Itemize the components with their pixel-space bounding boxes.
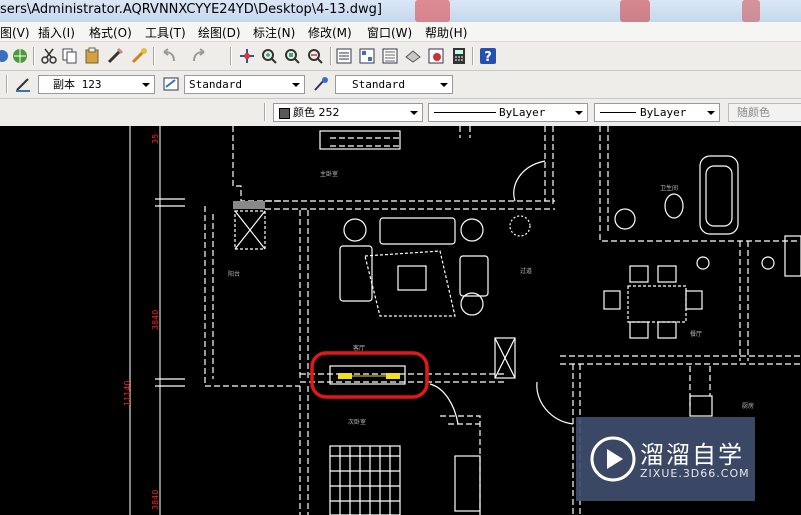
- zoom-realtime-icon[interactable]: [260, 47, 278, 65]
- plant: [509, 215, 775, 270]
- linetype-select[interactable]: ByLayer: [428, 103, 588, 122]
- selection-grip[interactable]: [386, 373, 400, 379]
- redo-icon[interactable]: [190, 47, 208, 65]
- bed: [329, 445, 401, 515]
- window-title: sers\Administrator.AQRVNNXCYYE24YD\Deskt…: [0, 2, 383, 17]
- room-label-secondary-bedroom: 次卧室: [348, 418, 366, 426]
- cabinet: [784, 235, 801, 277]
- watermark-brand: 溜溜自学: [640, 441, 744, 469]
- styles-toolbar: 副本 123 Standard Standard: [0, 71, 801, 99]
- room-label-corridor: 过道: [520, 267, 532, 275]
- separator: [230, 47, 232, 65]
- cut-icon[interactable]: [40, 47, 58, 65]
- text-style-icon[interactable]: [14, 75, 32, 93]
- line-preview: [600, 112, 636, 113]
- blurred-background-icon: [415, 0, 450, 22]
- menu-modify[interactable]: 修改(M): [308, 24, 352, 41]
- text-style-select[interactable]: 副本 123: [38, 75, 155, 94]
- menu-draw[interactable]: 绘图(D): [198, 24, 241, 41]
- menu-format[interactable]: 格式(O): [89, 24, 132, 41]
- room-label-study: 阳台: [228, 270, 240, 278]
- dimension-style-select[interactable]: Standard: [184, 75, 305, 94]
- room-label-bath: 卫生间: [660, 184, 678, 192]
- cabinet-cross: [234, 210, 266, 250]
- menu-help[interactable]: 帮助(H): [425, 24, 467, 41]
- line-preview: [434, 112, 496, 113]
- plot-style-select: 随颜色: [728, 103, 801, 122]
- table-style-select[interactable]: Standard: [335, 75, 453, 94]
- pan-icon[interactable]: [238, 47, 256, 65]
- menu-window[interactable]: 窗口(W): [367, 24, 412, 41]
- appliance: [689, 395, 713, 417]
- copy-icon[interactable]: [61, 47, 79, 65]
- menu-tools[interactable]: 工具(T): [145, 24, 186, 41]
- room-label-living-room: 客厅: [353, 344, 365, 352]
- dimension-text-top: 35: [151, 134, 160, 144]
- dimension-style-icon[interactable]: [162, 75, 180, 93]
- wardrobe: [454, 455, 481, 512]
- watermark-url: ZIXUE.3D66.COM: [640, 467, 750, 480]
- watermark: 溜溜自学 ZIXUE.3D66.COM: [576, 417, 755, 501]
- door-arc: [536, 381, 574, 425]
- properties-toolbar: 颜色 252 ByLayer ByLayer 随颜色: [0, 99, 801, 127]
- highlight-annotation: [310, 351, 429, 399]
- help-icon[interactable]: ?: [479, 47, 497, 65]
- design-center-icon[interactable]: [358, 47, 376, 65]
- sofa-set: [339, 217, 489, 317]
- separator: [33, 47, 35, 65]
- color-select[interactable]: 颜色 252: [273, 103, 423, 122]
- dimension-text-upper: 3840: [151, 310, 160, 330]
- separator: [153, 47, 155, 65]
- separator: [330, 47, 332, 65]
- separator: [6, 75, 8, 93]
- room-label-kitchen: 厨房: [742, 402, 754, 410]
- separator: [264, 103, 266, 121]
- menu-dimension[interactable]: 标注(N): [253, 24, 295, 41]
- menu-bar: 图(V) 插入(I) 格式(O) 工具(T) 绘图(D) 标注(N) 修改(M)…: [0, 22, 801, 42]
- play-logo-icon: [590, 436, 636, 482]
- table-style-icon[interactable]: [312, 75, 330, 93]
- sheet-set-icon[interactable]: [404, 47, 422, 65]
- bathroom-fixtures: [614, 155, 739, 235]
- title-bar: sers\Administrator.AQRVNNXCYYE24YD\Deskt…: [0, 0, 801, 22]
- blurred-background-icon: [742, 0, 760, 22]
- calculator-icon[interactable]: [450, 47, 468, 65]
- globe-icon[interactable]: [11, 47, 29, 65]
- undo-icon[interactable]: [160, 47, 178, 65]
- menu-view[interactable]: 图(V): [0, 24, 30, 41]
- color-swatch: [279, 108, 290, 119]
- match-properties-icon[interactable]: [106, 47, 124, 65]
- wall-solid: [233, 201, 265, 209]
- paste-icon[interactable]: [83, 47, 101, 65]
- lineweight-select[interactable]: ByLayer: [594, 103, 720, 122]
- room-label-dining: 餐厅: [690, 330, 702, 338]
- properties-icon[interactable]: [335, 47, 353, 65]
- room-label-master-bedroom: 主卧室: [320, 170, 338, 178]
- selection-grip[interactable]: [338, 373, 352, 379]
- zoom-window-icon[interactable]: [283, 47, 301, 65]
- blurred-background-icon: [620, 0, 650, 22]
- dining-table: [603, 265, 703, 339]
- standard-toolbar: ?: [0, 42, 801, 71]
- block-editor-icon[interactable]: [130, 47, 148, 65]
- door-arc: [513, 160, 546, 202]
- column-cross: [494, 337, 516, 379]
- markup-icon[interactable]: [427, 47, 445, 65]
- svg-text:?: ?: [484, 50, 492, 65]
- separator: [472, 47, 474, 65]
- dimension-text-total: 11140: [123, 381, 132, 406]
- dimension-text-lower: 3840: [151, 490, 160, 510]
- zoom-previous-icon[interactable]: [306, 47, 324, 65]
- publish-icon[interactable]: [0, 47, 10, 65]
- door-arc: [429, 383, 459, 425]
- menu-insert[interactable]: 插入(I): [38, 24, 75, 41]
- tool-palettes-icon[interactable]: [381, 47, 399, 65]
